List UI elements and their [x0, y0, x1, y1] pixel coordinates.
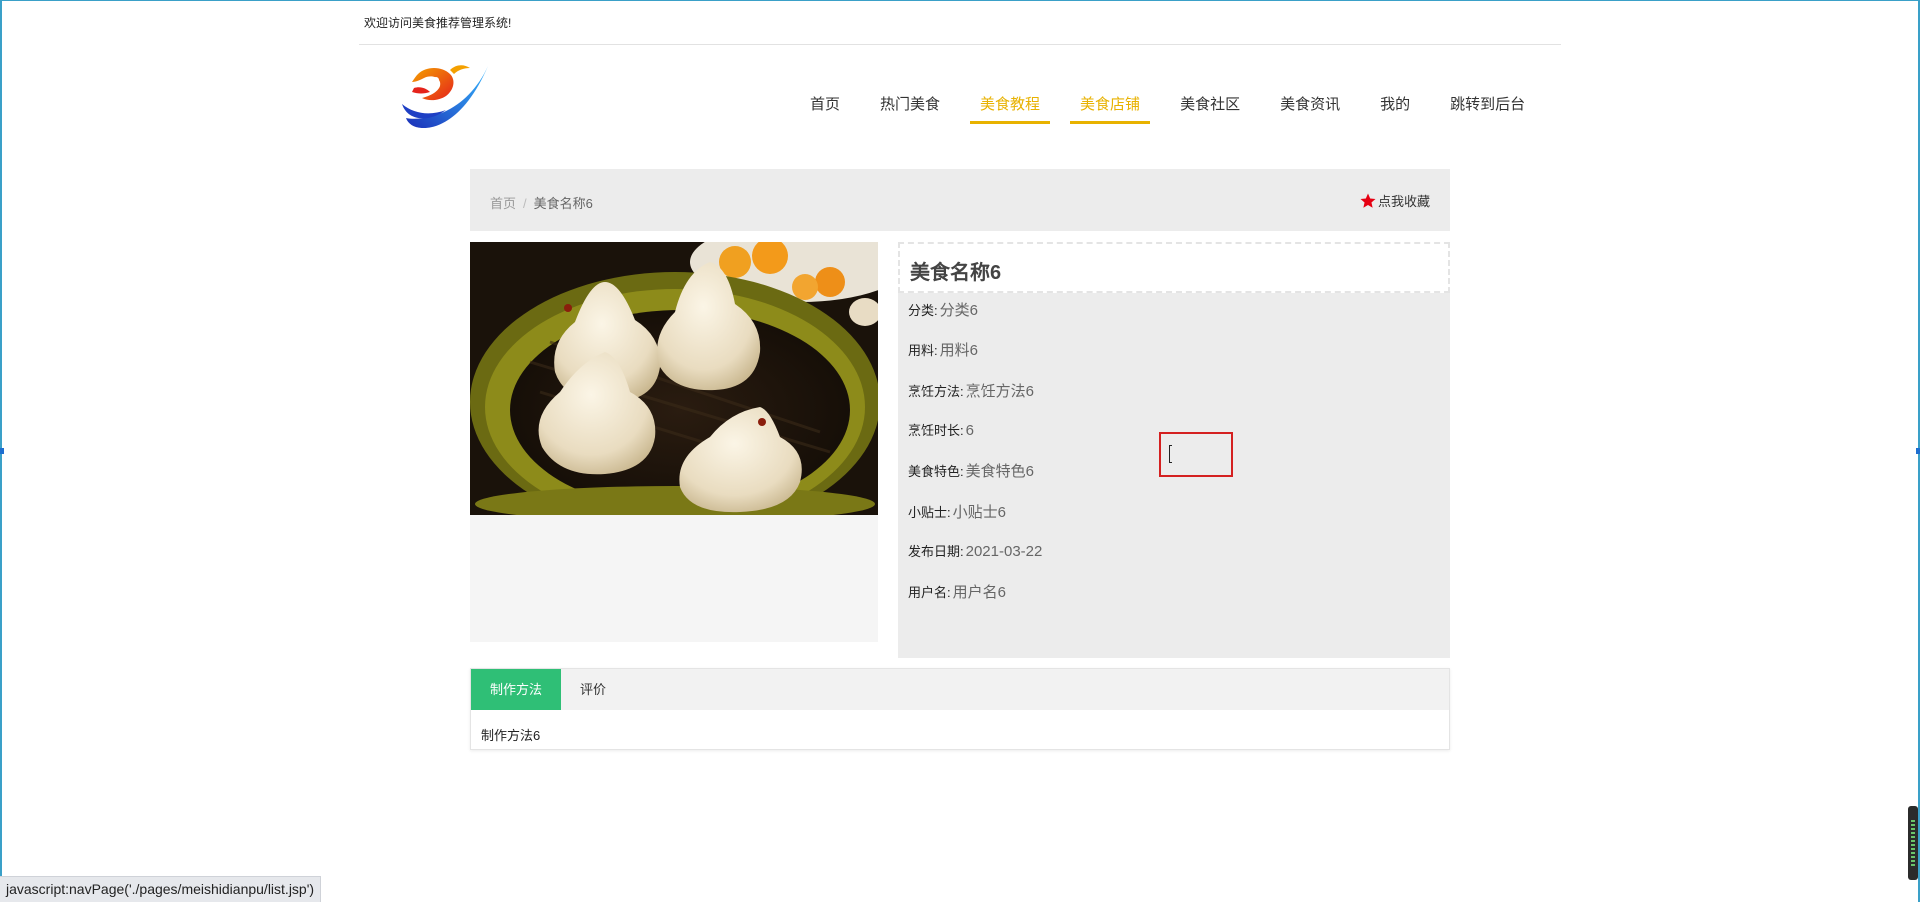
nav-item-admin[interactable]: 跳转到后台	[1440, 94, 1535, 126]
breadcrumb-separator: /	[523, 196, 527, 211]
detail-row: 烹饪时长: 6	[908, 420, 974, 439]
text-cursor-highlight	[1159, 432, 1233, 477]
detail-value: 用户名6	[952, 584, 1006, 601]
breadcrumb-home-link[interactable]: 首页	[490, 196, 516, 211]
scrollbar-thumb[interactable]	[1908, 806, 1918, 880]
window-frame-top	[0, 0, 1920, 1]
detail-label: 美食特色:	[908, 464, 964, 479]
resize-handle-right[interactable]	[1916, 448, 1920, 454]
detail-value: 6	[965, 422, 974, 439]
detail-value: 烹饪方法6	[965, 383, 1034, 400]
header-divider	[359, 44, 1561, 45]
star-icon	[1360, 193, 1376, 208]
detail-label: 用户名:	[908, 585, 951, 600]
nav-item-hot-food[interactable]: 热门美食	[870, 94, 950, 126]
detail-value: 分类6	[939, 302, 978, 319]
detail-label: 用料:	[908, 343, 938, 358]
tab-reviews[interactable]: 评价	[561, 669, 625, 710]
tab-making-method[interactable]: 制作方法	[471, 669, 562, 710]
browser-status-bar: javascript:navPage('./pages/meishidianpu…	[0, 876, 322, 902]
welcome-text: 欢迎访问美食推荐管理系统!	[364, 16, 512, 30]
nav-item-home[interactable]: 首页	[800, 94, 850, 126]
main-nav: 首页 热门美食 美食教程 美食店铺 美食社区 美食资讯 我的 跳转到后台	[800, 94, 1535, 126]
detail-row: 小贴士: 小贴士6	[908, 501, 1006, 522]
nav-item-food-community[interactable]: 美食社区	[1170, 94, 1250, 126]
resize-handle-left[interactable]	[0, 448, 4, 454]
text-cursor-icon	[1169, 445, 1172, 463]
detail-label: 烹饪时长:	[908, 423, 964, 438]
nav-item-food-tutorial[interactable]: 美食教程	[970, 94, 1051, 126]
nav-item-mine[interactable]: 我的	[1370, 94, 1420, 126]
detail-row: 用料: 用料6	[908, 339, 978, 360]
breadcrumb-bar: 首页 / 美食名称6 点我收藏	[470, 169, 1450, 231]
favorite-label: 点我收藏	[1377, 194, 1430, 209]
detail-label: 发布日期:	[908, 544, 964, 559]
breadcrumb: 首页 / 美食名称6	[490, 193, 593, 212]
detail-row: 分类: 分类6	[908, 299, 978, 320]
detail-value: 2021-03-22	[965, 543, 1043, 560]
detail-value: 用料6	[939, 342, 978, 359]
food-title: 美食名称6	[898, 242, 1450, 293]
detail-row: 烹饪方法: 烹饪方法6	[908, 380, 1034, 401]
detail-row: 美食特色: 美食特色6	[908, 460, 1034, 481]
detail-tabs: 制作方法 评价 制作方法6	[470, 668, 1450, 750]
food-image-panel	[470, 242, 878, 642]
favorite-button[interactable]: 点我收藏	[1359, 191, 1430, 210]
site-logo[interactable]	[400, 60, 492, 136]
detail-label: 小贴士:	[908, 505, 951, 520]
nav-item-food-shop[interactable]: 美食店铺	[1070, 94, 1151, 126]
detail-row: 发布日期: 2021-03-22	[908, 541, 1042, 560]
nav-item-food-news[interactable]: 美食资讯	[1270, 94, 1350, 126]
food-photo	[470, 242, 878, 515]
detail-value: 美食特色6	[965, 463, 1034, 480]
logo-icon	[402, 65, 488, 129]
breadcrumb-current: 美食名称6	[533, 196, 593, 211]
detail-row: 用户名: 用户名6	[908, 581, 1006, 602]
detail-value: 小贴士6	[952, 504, 1006, 521]
detail-label: 烹饪方法:	[908, 384, 964, 399]
tab-content: 制作方法6	[481, 728, 541, 743]
tab-bar: 制作方法 评价	[471, 669, 1449, 710]
detail-label: 分类:	[908, 303, 938, 318]
